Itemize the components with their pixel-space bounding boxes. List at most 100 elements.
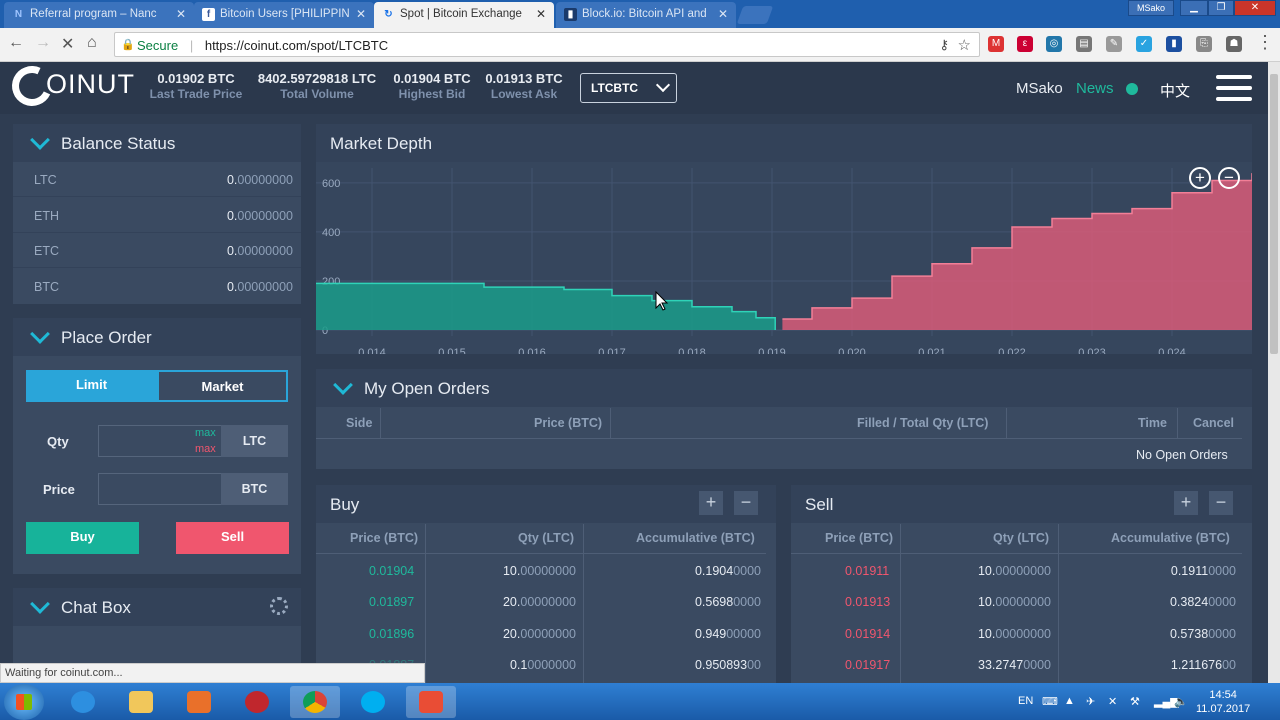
home-icon[interactable]: ⌂: [87, 34, 97, 52]
max-sell-link[interactable]: max: [195, 443, 216, 455]
browser-tab-blockio[interactable]: ▮ Block.io: Bitcoin API and ✕: [556, 2, 736, 28]
tab-close-icon[interactable]: ✕: [718, 7, 728, 21]
panel-title: Buy: [330, 495, 360, 514]
sell-qty: 10.00000000: [977, 595, 1051, 609]
chat-panel-header[interactable]: Chat Box: [13, 588, 301, 626]
extension-icon[interactable]: ⎘: [1196, 36, 1212, 52]
balance-row: ETC 0.00000000: [13, 233, 301, 268]
column-filled-total[interactable]: Filled / Total Qty (LTC): [857, 416, 988, 430]
key-icon[interactable]: ⚷: [939, 37, 949, 53]
balance-panel-header[interactable]: Balance Status: [13, 124, 301, 162]
place-order-header[interactable]: Place Order: [13, 318, 301, 356]
column-side[interactable]: Side: [346, 416, 372, 430]
buy-column-price: Price (BTC): [350, 531, 419, 545]
input-language[interactable]: EN: [1018, 695, 1033, 707]
browser-tab-referral[interactable]: N Referral program – Nanc ✕: [4, 2, 194, 28]
sell-price: 0.01917: [845, 658, 891, 672]
gear-icon[interactable]: [270, 597, 288, 615]
gmail-extension-icon[interactable]: M: [988, 36, 1004, 52]
coinut-logo[interactable]: OINUT: [6, 60, 135, 112]
bookmark-star-icon[interactable]: ☆: [958, 36, 971, 54]
new-tab-button[interactable]: [736, 6, 774, 24]
tray-app-icon[interactable]: ⚒: [1130, 695, 1140, 708]
tray-app-icon[interactable]: ✈: [1086, 695, 1095, 708]
extension-icon[interactable]: ✓: [1136, 36, 1152, 52]
open-orders-header[interactable]: My Open Orders: [316, 369, 1252, 407]
app-icon: [245, 691, 269, 713]
stop-loading-icon[interactable]: ✕: [61, 34, 74, 54]
extension-icon[interactable]: ◎: [1046, 36, 1062, 52]
x-tick-label: 0.021: [918, 347, 946, 354]
limit-tab[interactable]: Limit: [26, 370, 157, 402]
panel-title: Chat Box: [61, 598, 131, 617]
zoom-in-icon[interactable]: +: [1189, 167, 1211, 189]
column-price[interactable]: Price (BTC): [534, 416, 602, 430]
qty-label: Qty: [47, 434, 69, 449]
browser-tab-spot[interactable]: ↻ Spot | Bitcoin Exchange ✕: [374, 2, 554, 28]
column-time[interactable]: Time: [1138, 416, 1167, 430]
sell-accumulative: 0.57380000: [1169, 627, 1236, 641]
column-cancel[interactable]: Cancel: [1193, 416, 1234, 430]
volume-icon[interactable]: 🔈: [1174, 695, 1188, 708]
news-link[interactable]: News: [1076, 80, 1114, 97]
y-tick-label: 600: [322, 178, 340, 190]
language-switch[interactable]: 中文: [1160, 80, 1190, 101]
panel-title: Balance Status: [61, 134, 176, 153]
stat-label: Lowest Ask: [490, 87, 558, 101]
taskbar-media[interactable]: [174, 686, 224, 718]
x-tick-label: 0.022: [998, 347, 1026, 354]
zoom-out-icon[interactable]: −: [1218, 167, 1240, 189]
extension-icon[interactable]: ☗: [1226, 36, 1242, 52]
tray-expand-icon[interactable]: ▲: [1064, 695, 1075, 707]
page-scrollbar[interactable]: [1268, 62, 1280, 683]
window-close-button[interactable]: ✕: [1234, 0, 1276, 16]
browser-status-bar: Waiting for coinut.com...: [0, 663, 425, 683]
taskbar-explorer[interactable]: [116, 686, 166, 718]
tab-close-icon[interactable]: ✕: [356, 7, 366, 21]
sell-button[interactable]: Sell: [176, 522, 289, 554]
extension-icon[interactable]: ✎: [1106, 36, 1122, 52]
market-depth-chart[interactable]: 0.014 0.015 0.016 0.017 0.018 0.019 0.020 0.021…: [316, 162, 1252, 354]
sell-collapse-button[interactable]: −: [1209, 491, 1233, 515]
forward-icon[interactable]: →: [35, 34, 51, 52]
taskbar-clock[interactable]: 14:54 11.07.2017: [1196, 688, 1250, 716]
address-bar[interactable]: 🔒 Secure | https://coinut.com/spot/LTCBT…: [114, 32, 980, 57]
maximize-button[interactable]: ❐: [1208, 0, 1234, 16]
taskbar-ie[interactable]: [58, 686, 108, 718]
browser-tab-bitcoin-users[interactable]: f Bitcoin Users [PHILIPPIN ✕: [194, 2, 374, 28]
market-tab[interactable]: Market: [157, 370, 288, 402]
browser-menu-icon[interactable]: ⋮: [1256, 32, 1274, 53]
url-text: https://coinut.com/spot/LTCBTC: [204, 38, 389, 53]
chevron-down-icon: [30, 324, 50, 344]
market-depth-header: Market Depth: [316, 124, 1252, 162]
extension-icon[interactable]: ▮: [1166, 36, 1182, 52]
taskbar-recorder[interactable]: [406, 686, 456, 718]
sell-expand-button[interactable]: +: [1174, 491, 1198, 515]
max-buy-link[interactable]: max: [195, 427, 216, 439]
tab-close-icon[interactable]: ✕: [536, 7, 546, 21]
tray-app-icon[interactable]: ✕: [1108, 695, 1117, 708]
scrollbar-thumb[interactable]: [1270, 74, 1278, 354]
stat-lowest-ask: 0.01913 BTC Lowest Ask: [480, 71, 568, 101]
x-tick-label: 0.018: [678, 347, 706, 354]
back-icon[interactable]: ←: [8, 34, 24, 52]
taskbar-skype[interactable]: [348, 686, 398, 718]
price-input[interactable]: [98, 473, 222, 505]
buy-button[interactable]: Buy: [26, 522, 139, 554]
taskbar-chrome[interactable]: [290, 686, 340, 718]
buy-collapse-button[interactable]: −: [734, 491, 758, 515]
minimize-button[interactable]: ▁: [1180, 0, 1208, 16]
sell-accumulative: 0.38240000: [1169, 595, 1236, 609]
taskbar-app[interactable]: [232, 686, 282, 718]
pair-selector[interactable]: LTCBTC: [580, 73, 677, 103]
extension-icon[interactable]: ε: [1017, 36, 1033, 52]
extension-icon[interactable]: ▤: [1076, 36, 1092, 52]
start-button[interactable]: [4, 684, 44, 720]
secure-label: Secure: [137, 38, 179, 53]
blockio-icon: ▮: [564, 8, 577, 21]
keyboard-icon[interactable]: ⌨: [1042, 695, 1058, 708]
username-link[interactable]: MSako: [1016, 80, 1063, 97]
buy-expand-button[interactable]: +: [699, 491, 723, 515]
tab-close-icon[interactable]: ✕: [176, 7, 186, 21]
x-tick-label: 0.019: [758, 347, 786, 354]
